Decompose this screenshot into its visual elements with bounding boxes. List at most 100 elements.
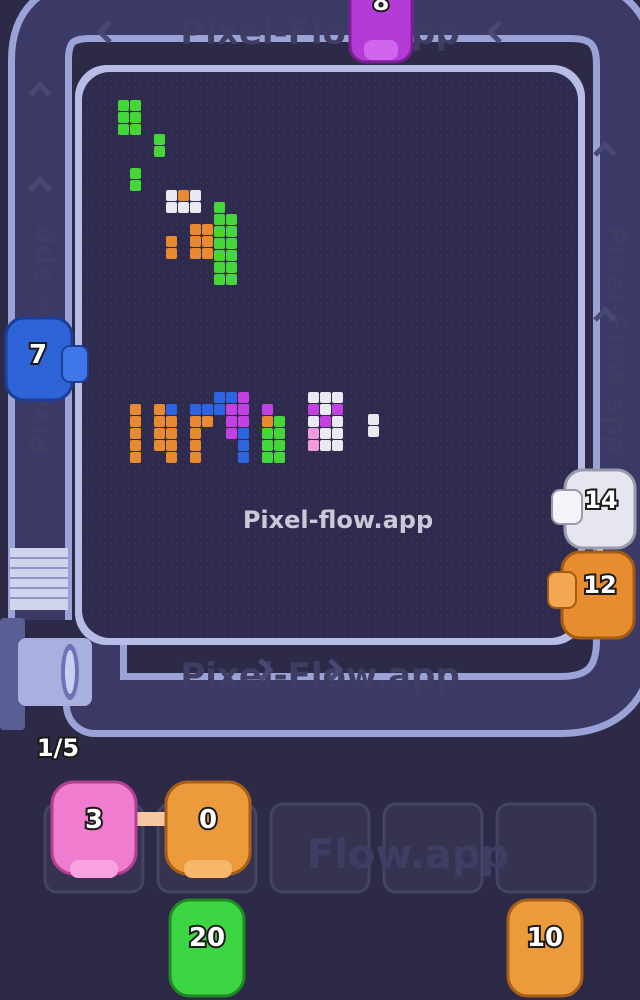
track-pig-orange-count: 12 <box>583 571 616 599</box>
pixel-block-white <box>320 440 331 451</box>
pixel-block-green <box>226 238 237 249</box>
board-watermark: Pixel-flow.app <box>243 506 433 534</box>
pixel-block-blue <box>190 404 201 415</box>
pixel-block-white <box>320 404 331 415</box>
pixel-block-blue <box>238 440 249 451</box>
pixel-block-green <box>262 428 273 439</box>
pixel-block-white <box>320 428 331 439</box>
pixel-block-green <box>214 262 225 273</box>
pixel-block-orange <box>166 248 177 259</box>
tray-watermark: Flow.app <box>307 832 509 878</box>
pixel-block-orange <box>130 452 141 463</box>
pixel-block-white <box>368 414 379 425</box>
pixel-block-green <box>154 134 165 145</box>
pixel-block-magenta <box>262 404 273 415</box>
pixel-block-green <box>214 238 225 249</box>
track-watermark-right: Pixel-Flow.app <box>600 225 633 455</box>
pixel-block-pink <box>308 428 319 439</box>
pixel-block-white <box>368 426 379 437</box>
waiting-pig-orange[interactable]: 10 <box>506 898 584 998</box>
pixel-block-orange <box>202 416 213 427</box>
pixel-block-magenta <box>320 416 331 427</box>
pixel-block-orange <box>190 236 201 247</box>
pixel-block-white <box>332 428 343 439</box>
pixel-block-magenta <box>238 392 249 403</box>
pixel-block-orange <box>166 452 177 463</box>
waiting-pig-orange-count: 10 <box>527 923 563 953</box>
slot-pig-pink-count: 3 <box>85 805 103 835</box>
pixel-block-magenta <box>226 428 237 439</box>
pixel-block-blue <box>166 404 177 415</box>
pixel-block-green <box>262 440 273 451</box>
track-start-stairs <box>10 548 68 610</box>
pixel-block-blue <box>226 392 237 403</box>
pixel-block-white <box>190 202 201 213</box>
pixel-block-orange <box>130 440 141 451</box>
pixel-block-orange <box>154 416 165 427</box>
pixel-block-orange <box>154 440 165 451</box>
pixel-block-green <box>274 428 285 439</box>
pixel-block-orange <box>190 440 201 451</box>
pixel-block-magenta <box>238 416 249 427</box>
pixel-block-orange <box>262 416 273 427</box>
pixel-block-blue <box>238 452 249 463</box>
pixel-block-orange <box>130 416 141 427</box>
track-watermark-top: Pixel-Flow.app <box>180 13 459 53</box>
pixel-block-white <box>332 392 343 403</box>
pixel-block-blue <box>214 404 225 415</box>
pixel-block-orange <box>202 224 213 235</box>
pixel-block-green <box>118 124 129 135</box>
pixel-block-magenta <box>332 404 343 415</box>
pixel-block-green <box>274 452 285 463</box>
pixel-block-orange <box>166 416 177 427</box>
pixel-block-orange <box>166 440 177 451</box>
pixel-block-orange <box>190 428 201 439</box>
pixel-block-green <box>226 226 237 237</box>
track-pig-purple: 8 <box>348 0 414 64</box>
pixel-block-green <box>130 112 141 123</box>
pixel-block-white <box>308 416 319 427</box>
pixel-block-green <box>130 100 141 111</box>
pixel-block-orange <box>166 428 177 439</box>
waiting-pig-green[interactable]: 20 <box>168 898 246 998</box>
game-board: Pixel-Flow.app Pixel-Flow.app Pixel-Flow… <box>0 0 640 1000</box>
pixel-block-magenta <box>308 404 319 415</box>
pixel-block-green <box>118 100 129 111</box>
pixel-block-orange <box>130 428 141 439</box>
pixel-block-green <box>226 262 237 273</box>
pixel-block-green <box>118 112 129 123</box>
track-pig-white-count: 14 <box>584 486 617 514</box>
slot-pig-orange[interactable]: 0 <box>164 780 252 878</box>
pixel-block-green <box>130 124 141 135</box>
pixel-block-blue <box>238 428 249 439</box>
pixel-block-green <box>214 214 225 225</box>
slot-5[interactable] <box>495 802 597 894</box>
pixel-block-magenta <box>226 404 237 415</box>
pixel-block-blue <box>214 392 225 403</box>
pixel-block-green <box>226 250 237 261</box>
pixel-block-white <box>332 416 343 427</box>
pixel-block-white <box>166 190 177 201</box>
waiting-pig-green-count: 20 <box>189 923 225 953</box>
pixel-block-green <box>130 180 141 191</box>
pixel-block-white <box>308 392 319 403</box>
slot-pig-pink[interactable]: 3 <box>50 780 138 878</box>
pixel-block-green <box>274 416 285 427</box>
pixel-block-green <box>262 452 273 463</box>
track-pig-purple-count: 8 <box>373 0 390 16</box>
pixel-block-white <box>320 392 331 403</box>
pixel-block-green <box>214 274 225 285</box>
pixel-block-orange <box>190 452 201 463</box>
track-watermark-bottom: Pixel-Flow.app <box>180 656 459 696</box>
pixel-block-blue <box>202 404 213 415</box>
pixel-block-orange <box>202 248 213 259</box>
pixel-block-green <box>214 226 225 237</box>
track-pig-blue-count: 7 <box>29 340 47 370</box>
pixel-block-magenta <box>238 404 249 415</box>
pixel-block-white <box>166 202 177 213</box>
slot-pig-orange-count: 0 <box>199 805 217 835</box>
pixel-block-white <box>178 202 189 213</box>
pixel-block-green <box>214 250 225 261</box>
pixel-block-white <box>332 440 343 451</box>
pixel-block-orange <box>190 224 201 235</box>
